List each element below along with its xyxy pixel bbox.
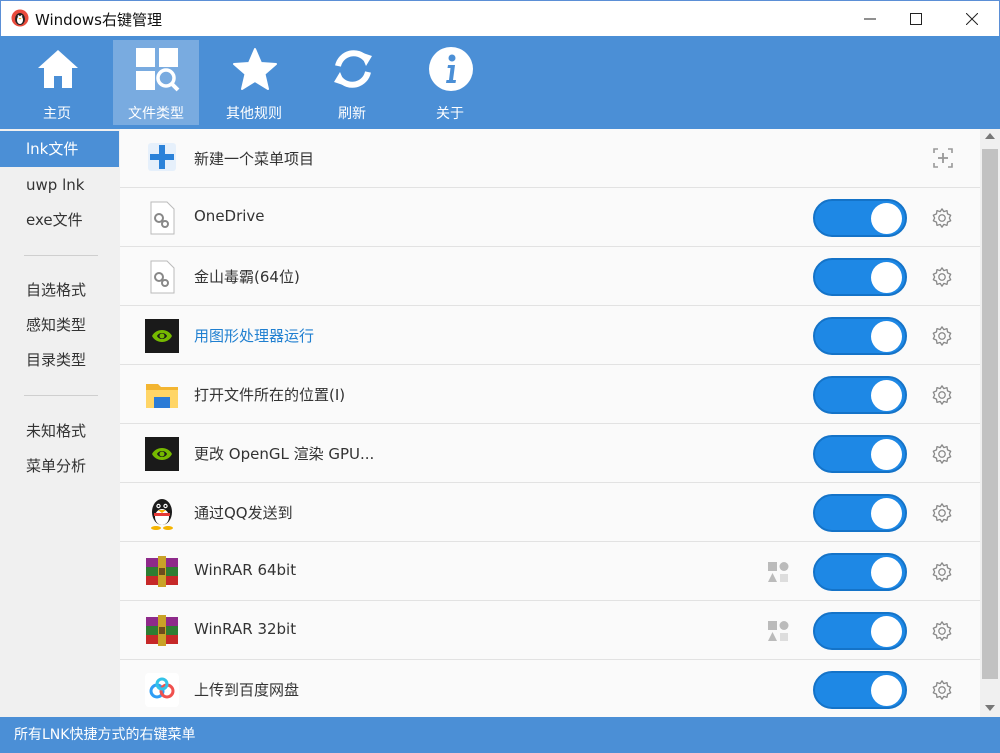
window-title: Windows右键管理 bbox=[35, 11, 162, 29]
sidebar-item-lnk[interactable]: lnk文件 bbox=[0, 131, 119, 167]
add-box-icon[interactable] bbox=[931, 146, 955, 170]
new-item-row[interactable]: 新建一个菜单项目 bbox=[120, 129, 980, 188]
list-item: 更改 OpenGL 渲染 GPU... bbox=[120, 424, 980, 483]
sidebar-item-custom-format[interactable]: 自选格式 bbox=[0, 272, 119, 308]
qq-penguin-icon bbox=[151, 499, 173, 530]
minimize-icon bbox=[864, 18, 876, 20]
enable-toggle[interactable] bbox=[813, 376, 907, 414]
sidebar-divider bbox=[24, 395, 98, 396]
sidebar-divider bbox=[24, 255, 98, 256]
enable-toggle[interactable] bbox=[813, 317, 907, 355]
status-bar: 所有LNK快捷方式的右键菜单 bbox=[0, 717, 1000, 753]
gear-icon[interactable] bbox=[931, 679, 953, 701]
tool-label: 关于 bbox=[436, 106, 464, 122]
gear-icon[interactable] bbox=[931, 384, 953, 406]
maximize-icon bbox=[910, 13, 922, 25]
enable-toggle[interactable] bbox=[813, 612, 907, 650]
close-icon bbox=[966, 13, 978, 25]
item-label: WinRAR 32bit bbox=[194, 620, 297, 638]
minimize-button[interactable] bbox=[847, 1, 893, 37]
title-bar: Windows右键管理 bbox=[0, 0, 1000, 36]
app-penguin-icon bbox=[11, 9, 29, 27]
item-label: 通过QQ发送到 bbox=[194, 504, 293, 522]
maximize-button[interactable] bbox=[893, 1, 939, 37]
sidebar-item-unknown-format[interactable]: 未知格式 bbox=[0, 413, 119, 449]
plus-icon bbox=[148, 143, 176, 171]
gear-icon[interactable] bbox=[931, 502, 953, 524]
item-label: 更改 OpenGL 渲染 GPU... bbox=[194, 445, 375, 463]
shapes-icon[interactable] bbox=[766, 619, 790, 643]
enable-toggle[interactable] bbox=[813, 553, 907, 591]
list-item: OneDrive bbox=[120, 188, 980, 247]
gear-icon[interactable] bbox=[931, 443, 953, 465]
tool-home[interactable]: 主页 bbox=[14, 40, 100, 125]
scroll-thumb[interactable] bbox=[982, 149, 998, 679]
tool-file-types[interactable]: 文件类型 bbox=[113, 40, 199, 125]
sidebar-item-perceived-type[interactable]: 感知类型 bbox=[0, 307, 119, 343]
gear-icon[interactable] bbox=[931, 266, 953, 288]
sidebar: lnk文件 uwp lnk exe文件 自选格式 感知类型 目录类型 未知格式 … bbox=[0, 129, 120, 717]
tool-other-rules[interactable]: 其他规则 bbox=[211, 40, 297, 125]
vertical-scrollbar[interactable] bbox=[980, 129, 1000, 717]
sidebar-item-menu-analysis[interactable]: 菜单分析 bbox=[0, 448, 119, 484]
file-type-search-icon bbox=[136, 48, 180, 92]
winrar-icon bbox=[146, 615, 178, 646]
tool-label: 主页 bbox=[43, 106, 71, 122]
main-toolbar: 主页 文件类型 其他规则 刷新 关于 bbox=[0, 36, 1000, 129]
new-item-label: 新建一个菜单项目 bbox=[194, 150, 315, 168]
enable-toggle[interactable] bbox=[813, 494, 907, 532]
baidu-netdisk-icon bbox=[145, 673, 179, 707]
winrar-icon bbox=[146, 556, 178, 587]
sidebar-item-uwp-lnk[interactable]: uwp lnk bbox=[0, 167, 119, 203]
info-icon bbox=[429, 47, 473, 91]
gear-icon[interactable] bbox=[931, 620, 953, 642]
item-label: WinRAR 64bit bbox=[194, 561, 297, 579]
nvidia-icon bbox=[145, 319, 179, 353]
item-label: 金山毒霸(64位) bbox=[194, 268, 300, 286]
settings-file-icon bbox=[150, 260, 175, 294]
sidebar-item-exe[interactable]: exe文件 bbox=[0, 202, 119, 238]
tool-label: 其他规则 bbox=[226, 106, 282, 122]
scroll-down-arrow-icon[interactable] bbox=[985, 705, 995, 711]
tool-label: 文件类型 bbox=[128, 106, 184, 122]
item-label: OneDrive bbox=[194, 207, 265, 225]
enable-toggle[interactable] bbox=[813, 671, 907, 709]
scroll-up-arrow-icon[interactable] bbox=[985, 133, 995, 139]
star-icon bbox=[233, 48, 277, 90]
nvidia-icon bbox=[145, 437, 179, 471]
enable-toggle[interactable] bbox=[813, 435, 907, 473]
sidebar-item-directory-type[interactable]: 目录类型 bbox=[0, 342, 119, 378]
tool-label: 刷新 bbox=[338, 106, 366, 122]
list-item: WinRAR 64bit bbox=[120, 542, 980, 601]
close-button[interactable] bbox=[949, 1, 995, 37]
shapes-icon[interactable] bbox=[766, 560, 790, 584]
gear-icon[interactable] bbox=[931, 207, 953, 229]
list-item: 通过QQ发送到 bbox=[120, 483, 980, 542]
list-item: 用图形处理器运行 bbox=[120, 306, 980, 365]
list-item: 金山毒霸(64位) bbox=[120, 247, 980, 306]
home-icon bbox=[38, 50, 78, 88]
tool-refresh[interactable]: 刷新 bbox=[309, 40, 395, 125]
enable-toggle[interactable] bbox=[813, 199, 907, 237]
list-item: WinRAR 32bit bbox=[120, 601, 980, 660]
list-item: 上传到百度网盘 bbox=[120, 660, 980, 717]
item-label: 打开文件所在的位置(I) bbox=[194, 386, 346, 404]
gear-icon[interactable] bbox=[931, 561, 953, 583]
refresh-icon bbox=[334, 50, 372, 88]
enable-toggle[interactable] bbox=[813, 258, 907, 296]
list-item: 打开文件所在的位置(I) bbox=[120, 365, 980, 424]
gear-icon[interactable] bbox=[931, 325, 953, 347]
item-label: 上传到百度网盘 bbox=[194, 681, 300, 699]
menu-item-list: 新建一个菜单项目 OneDrive 金山毒霸(64位) 用图形处理器运行 打开文… bbox=[120, 129, 980, 717]
item-label: 用图形处理器运行 bbox=[194, 327, 315, 345]
settings-file-icon bbox=[150, 201, 175, 235]
folder-icon bbox=[146, 384, 178, 408]
tool-about[interactable]: 关于 bbox=[407, 40, 493, 125]
